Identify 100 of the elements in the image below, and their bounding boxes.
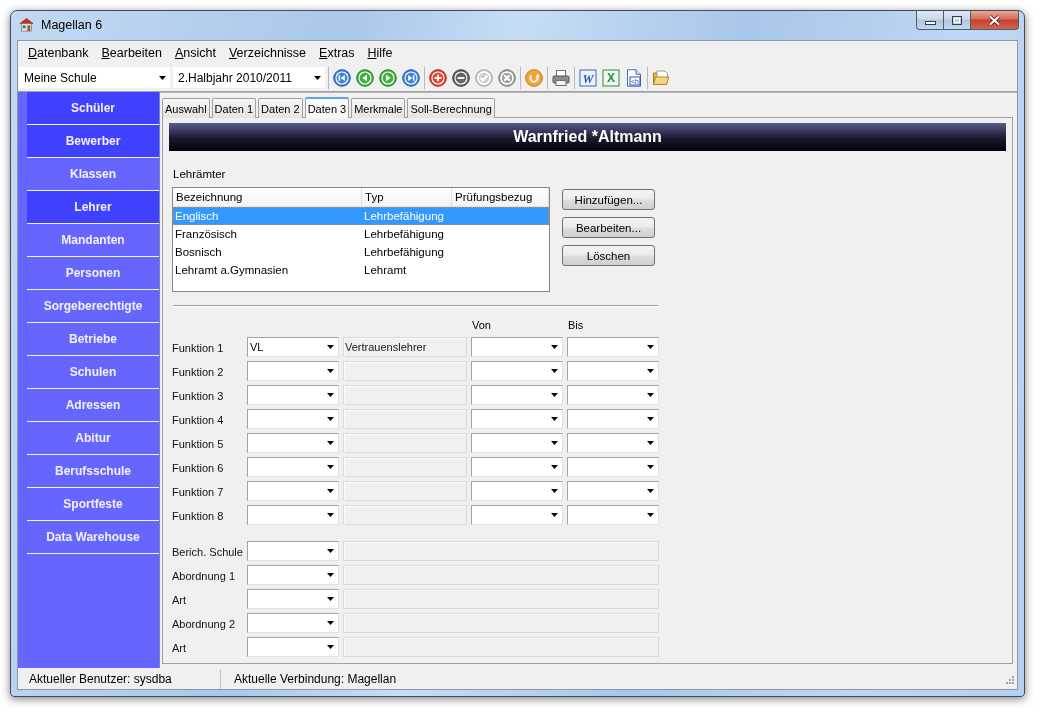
dropdown[interactable] <box>471 361 563 381</box>
dropdown[interactable] <box>567 409 659 429</box>
dropdown[interactable] <box>247 505 339 525</box>
dropdown[interactable] <box>471 409 563 429</box>
menu-item[interactable]: Verzeichnisse <box>222 45 314 60</box>
plus-icon[interactable] <box>429 68 447 87</box>
dropdown[interactable] <box>567 457 659 477</box>
text-field[interactable] <box>343 433 467 453</box>
text-field[interactable] <box>343 457 467 477</box>
dropdown[interactable] <box>247 481 339 501</box>
dropdown[interactable]: Meine Schule <box>19 67 170 88</box>
field-label: Funktion 1 <box>172 341 225 356</box>
dropdown[interactable] <box>567 361 659 381</box>
dropdown[interactable] <box>247 541 339 561</box>
menu-item[interactable]: Ansicht <box>168 45 223 60</box>
text-field[interactable] <box>343 541 659 561</box>
tab[interactable]: Daten 1 <box>211 98 257 118</box>
text-field[interactable] <box>343 481 467 501</box>
dropdown[interactable] <box>471 457 563 477</box>
document-icon[interactable]: W <box>579 68 597 87</box>
action-button[interactable]: Löschen <box>562 245 655 266</box>
dropdown[interactable] <box>247 361 339 381</box>
maximize-button[interactable] <box>944 11 971 30</box>
dropdown[interactable] <box>471 337 563 357</box>
dropdown[interactable] <box>471 505 563 525</box>
text-field[interactable] <box>343 385 467 405</box>
refresh-icon[interactable] <box>525 68 543 87</box>
field-label: Funktion 3 <box>172 389 225 404</box>
dropdown[interactable] <box>471 385 563 405</box>
right-arrow-icon[interactable] <box>379 68 397 87</box>
sidebar-item[interactable]: Sorgeberechtigte <box>27 290 159 323</box>
column-header[interactable]: Typ <box>362 188 452 206</box>
dropdown[interactable] <box>567 337 659 357</box>
action-button[interactable]: Bearbeiten... <box>562 217 655 238</box>
sidebar-item[interactable]: Mandanten <box>27 224 159 257</box>
tab[interactable]: Daten 3 <box>304 97 350 118</box>
minimize-icon <box>924 21 936 25</box>
text-field[interactable] <box>343 565 659 585</box>
menu-item[interactable]: Datenbank <box>22 45 96 60</box>
skip-forward-icon[interactable] <box>402 68 420 87</box>
caret-icon <box>327 597 334 601</box>
sidebar-item[interactable]: Lehrer <box>27 191 159 224</box>
text-field[interactable] <box>343 361 467 381</box>
text-field[interactable] <box>343 409 467 429</box>
dropdown[interactable] <box>567 505 659 525</box>
close-button[interactable] <box>971 11 1019 30</box>
dropdown[interactable] <box>471 481 563 501</box>
tab[interactable]: Auswahl <box>162 98 210 118</box>
dropdown[interactable] <box>567 481 659 501</box>
sidebar-item[interactable]: Adressen <box>27 389 159 422</box>
dropdown[interactable] <box>567 385 659 405</box>
dropdown[interactable] <box>471 433 563 453</box>
dropdown[interactable] <box>247 409 339 429</box>
action-button[interactable]: Hinzufügen... <box>562 189 655 210</box>
resize-grip-icon[interactable] <box>1004 676 1015 687</box>
column-header[interactable]: Prüfungsbezug <box>452 188 549 206</box>
dropdown[interactable]: 2.Halbjahr 2010/2011 <box>173 67 325 88</box>
sidebar-item[interactable]: Sportfeste <box>27 488 159 521</box>
tab[interactable]: Daten 2 <box>258 98 303 118</box>
dropdown[interactable] <box>247 457 339 477</box>
sidebar-item[interactable]: Personen <box>27 257 159 290</box>
caret-icon <box>327 465 334 469</box>
menu-item[interactable]: Bearbeiten <box>95 45 169 60</box>
skip-back-icon[interactable] <box>333 68 351 87</box>
text-field[interactable] <box>343 637 659 657</box>
list-row[interactable]: Lehramt a.Gymnasien Lehramt <box>173 261 549 279</box>
text-field[interactable]: Vertrauenslehrer <box>343 337 467 357</box>
tab[interactable]: Soll-Berechnung <box>407 98 495 118</box>
sidebar-item[interactable]: Schulen <box>27 356 159 389</box>
sidebar-item[interactable]: Abitur <box>27 422 159 455</box>
sidebar-item[interactable]: Schüler <box>27 92 159 125</box>
dropdown[interactable] <box>247 433 339 453</box>
field-label: Funktion 6 <box>172 461 225 476</box>
list-row[interactable]: Bosnisch Lehrbefähigung <box>173 243 549 261</box>
printer-icon[interactable] <box>552 68 570 87</box>
sidebar-item[interactable]: Bewerber <box>27 125 159 158</box>
text-field[interactable] <box>343 613 659 633</box>
dropdown[interactable] <box>567 433 659 453</box>
sidebar-item[interactable]: Betriebe <box>27 323 159 356</box>
menu-item[interactable]: Extras <box>313 45 362 60</box>
dropdown[interactable]: VL <box>247 337 339 357</box>
dropdown[interactable] <box>247 385 339 405</box>
minimize-button[interactable] <box>916 11 944 30</box>
text-field[interactable] <box>343 589 659 609</box>
dropdown[interactable] <box>247 565 339 585</box>
minus-icon[interactable] <box>452 68 470 87</box>
sidebar-item[interactable]: Berufsschule <box>27 455 159 488</box>
dropdown[interactable] <box>247 613 339 633</box>
dropdown[interactable] <box>247 637 339 657</box>
left-arrow-icon[interactable] <box>356 68 374 87</box>
menu-item[interactable]: Hilfe <box>361 45 400 60</box>
list-row[interactable]: Französisch Lehrbefähigung <box>173 225 549 243</box>
sidebar-item[interactable]: Data Warehouse <box>27 521 159 554</box>
text-field[interactable] <box>343 505 467 525</box>
dropdown[interactable] <box>247 589 339 609</box>
tab[interactable]: Merkmale <box>351 98 406 118</box>
folder-icon[interactable] <box>652 68 670 87</box>
spreadsheet-icon[interactable]: X <box>602 68 620 87</box>
caret-icon <box>647 393 654 397</box>
column-header[interactable]: Bezeichnung <box>173 188 362 206</box>
